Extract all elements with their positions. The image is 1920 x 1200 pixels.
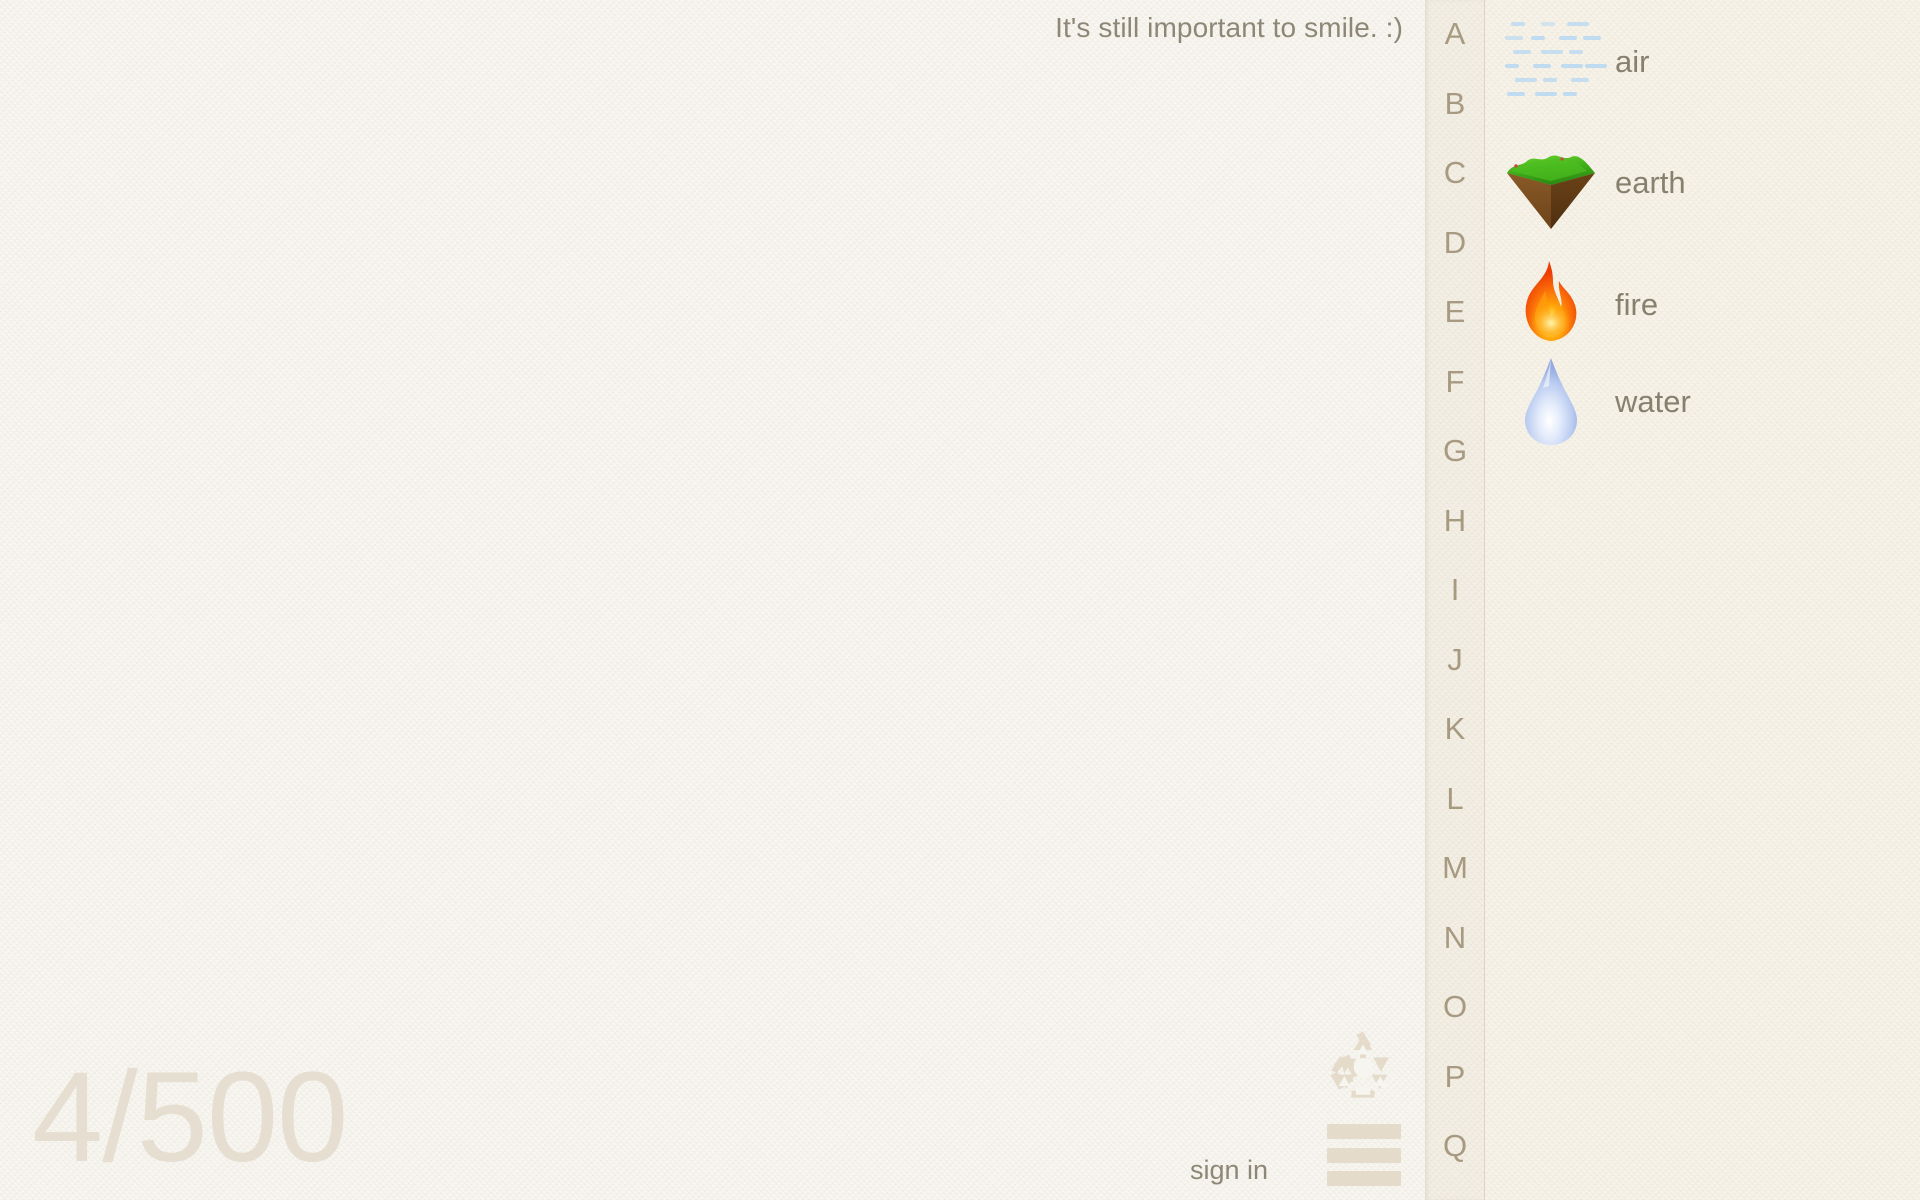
menu-bar-2 <box>1327 1147 1401 1163</box>
element-label-earth: earth <box>1615 165 1686 200</box>
tool-stack <box>1327 1030 1403 1186</box>
element-item-air[interactable]: air <box>1485 7 1920 117</box>
alphabet-index[interactable]: ABCDEFGHIJKLMNOPQR <box>1425 0 1485 1200</box>
alphabet-letter-l[interactable]: L <box>1425 783 1485 814</box>
water-icon-container <box>1501 352 1601 452</box>
sign-in-button[interactable]: sign in <box>1190 1155 1268 1186</box>
fire-icon-container <box>1501 255 1601 355</box>
recycle-icon[interactable] <box>1327 1030 1399 1102</box>
alphabet-letter-e[interactable]: E <box>1425 296 1485 327</box>
alphabet-letter-g[interactable]: G <box>1425 435 1485 466</box>
element-item-water[interactable]: water <box>1485 347 1920 457</box>
element-library-panel[interactable]: air earth fire water <box>1485 0 1920 1200</box>
alphabet-letter-f[interactable]: F <box>1425 366 1485 397</box>
paper-texture <box>0 0 1425 1200</box>
alphabet-letter-h[interactable]: H <box>1425 505 1485 536</box>
alphabet-letter-o[interactable]: O <box>1425 991 1485 1022</box>
alphabet-letter-i[interactable]: I <box>1425 574 1485 605</box>
alphabet-letter-p[interactable]: P <box>1425 1061 1485 1092</box>
smile-message: It's still important to smile. :) <box>1055 12 1403 43</box>
alphabet-letter-d[interactable]: D <box>1425 227 1485 258</box>
menu-bar-1 <box>1327 1124 1401 1139</box>
earth-icon <box>1501 133 1601 233</box>
earth-icon-container <box>1501 133 1601 233</box>
alphabet-letter-k[interactable]: K <box>1425 713 1485 744</box>
element-item-earth[interactable]: earth <box>1485 128 1920 238</box>
workspace-canvas[interactable]: It's still important to smile. :) 4/500 … <box>0 0 1425 1200</box>
alphabet-letter-c[interactable]: C <box>1425 157 1485 188</box>
alphabet-letter-n[interactable]: N <box>1425 922 1485 953</box>
alphabet-letter-m[interactable]: M <box>1425 852 1485 883</box>
alphabet-letter-q[interactable]: Q <box>1425 1130 1485 1161</box>
alphabet-letter-a[interactable]: A <box>1425 18 1485 49</box>
air-icon <box>1505 18 1607 106</box>
progress-counter: 4/500 <box>32 1046 348 1189</box>
element-label-air: air <box>1615 44 1650 79</box>
hamburger-menu-icon[interactable] <box>1327 1124 1401 1186</box>
alphabet-letter-b[interactable]: B <box>1425 88 1485 119</box>
element-label-fire: fire <box>1615 287 1659 322</box>
water-icon <box>1501 352 1601 452</box>
element-label-water: water <box>1615 384 1691 419</box>
air-icon-container <box>1501 12 1607 112</box>
alphabet-letter-j[interactable]: J <box>1425 644 1485 675</box>
element-item-fire[interactable]: fire <box>1485 250 1920 360</box>
menu-bar-3 <box>1327 1171 1401 1186</box>
fire-icon <box>1501 255 1601 355</box>
